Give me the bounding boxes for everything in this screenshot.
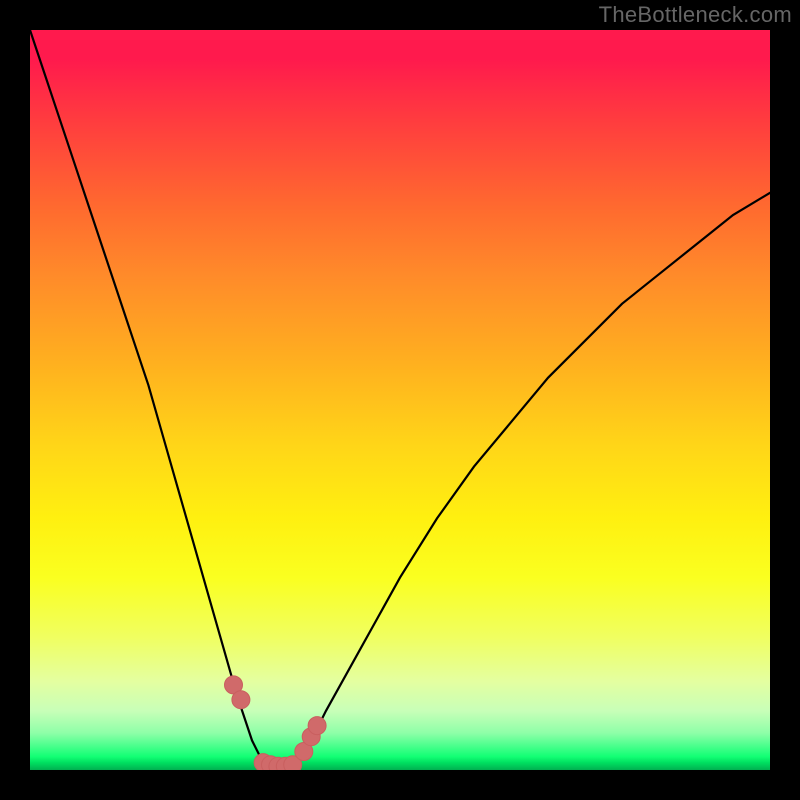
curve-marker (232, 691, 250, 709)
bottleneck-curve (30, 30, 770, 770)
curve-marker (308, 717, 326, 735)
watermark-text: TheBottleneck.com (599, 2, 792, 28)
chart-container: TheBottleneck.com (0, 0, 800, 800)
plot-area (30, 30, 770, 770)
